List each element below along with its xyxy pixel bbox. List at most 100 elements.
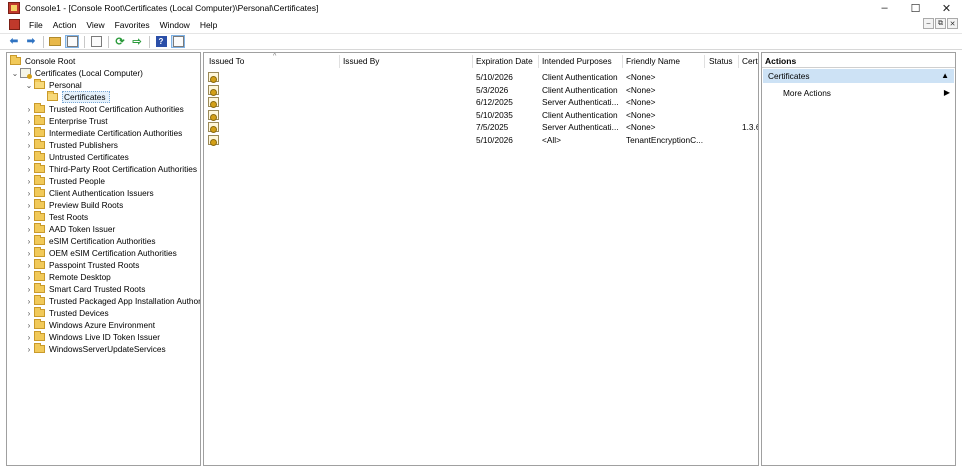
table-row[interactable]: 5/3/2026 Client Authentication <None> [204, 84, 758, 97]
chevron-right-icon[interactable]: › [24, 117, 34, 126]
back-arrow-icon[interactable]: ⬅ [7, 35, 21, 48]
chevron-right-icon[interactable]: › [24, 273, 34, 282]
maximize-button[interactable]: ☐ [900, 0, 931, 16]
chevron-right-icon[interactable]: › [24, 177, 34, 186]
tree-item-store[interactable]: › Test Roots [24, 211, 88, 223]
tree-item-store[interactable]: › Remote Desktop [24, 271, 111, 283]
tree-item-store[interactable]: › Passpoint Trusted Roots [24, 259, 139, 271]
chevron-right-icon[interactable]: › [24, 345, 34, 354]
table-row[interactable]: 5/10/2026 Client Authentication <None> [204, 71, 758, 84]
column-header-certificate-template[interactable]: Certi [742, 56, 758, 68]
column-header-expiration-date[interactable]: Expiration Date [476, 56, 533, 68]
chevron-down-icon[interactable]: ⌄ [10, 69, 20, 78]
column-header-status[interactable]: Status [709, 56, 733, 68]
show-hide-tree-icon[interactable] [65, 35, 79, 48]
actions-section-certificates[interactable]: Certificates ▲ [763, 69, 954, 83]
up-folder-icon[interactable] [48, 35, 62, 48]
chevron-right-icon[interactable]: › [24, 141, 34, 150]
column-separator[interactable] [472, 55, 473, 68]
chevron-right-icon[interactable]: › [24, 261, 34, 270]
tree-item-store[interactable]: › Trusted Devices [24, 307, 109, 319]
mdi-close-button[interactable]: ✕ [947, 18, 958, 29]
chevron-right-icon[interactable]: › [24, 213, 34, 222]
tree-item-store[interactable]: › Client Authentication Issuers [24, 187, 154, 199]
chevron-right-icon[interactable]: › [24, 321, 34, 330]
chevron-right-icon[interactable]: › [24, 189, 34, 198]
menu-help[interactable]: Help [195, 20, 222, 30]
minimize-button[interactable]: – [869, 0, 900, 16]
chevron-right-icon[interactable]: › [24, 129, 34, 138]
table-row[interactable]: 5/10/2026 <All> TenantEncryptionC... [204, 134, 758, 147]
column-separator[interactable] [704, 55, 705, 68]
document-system-menu-icon[interactable] [9, 19, 20, 30]
column-header-issued-to[interactable]: Issued To ^ [209, 53, 276, 68]
tree-item-store[interactable]: › Windows Live ID Token Issuer [24, 331, 160, 343]
tree-item-store[interactable]: › Preview Build Roots [24, 199, 123, 211]
table-row[interactable]: 5/10/2035 Client Authentication <None> [204, 109, 758, 122]
tree-item-store[interactable]: › Trusted Packaged App Installation Autho… [24, 295, 200, 307]
forward-arrow-icon[interactable]: ➡ [24, 35, 38, 48]
tree-item-store[interactable]: › Enterprise Trust [24, 115, 108, 127]
tree-item-label: Enterprise Trust [49, 116, 108, 126]
submenu-arrow-icon[interactable]: ▶ [944, 88, 950, 97]
export-list-icon[interactable]: ⇨ [130, 35, 144, 48]
tree-item-personal[interactable]: ⌄ Personal [24, 79, 82, 91]
chevron-right-icon[interactable]: › [24, 309, 34, 318]
chevron-right-icon[interactable]: › [24, 237, 34, 246]
column-header-friendly-name[interactable]: Friendly Name [626, 56, 680, 68]
menu-file[interactable]: File [24, 20, 48, 30]
tree-item-store[interactable]: › Intermediate Certification Authorities [24, 127, 182, 139]
chevron-right-icon[interactable]: › [24, 297, 34, 306]
tree-item-store[interactable]: › WindowsServerUpdateServices [24, 343, 166, 355]
cell-expiration-date: 6/12/2025 [476, 97, 513, 108]
chevron-down-icon[interactable]: ⌄ [24, 81, 34, 90]
table-row[interactable]: 7/5/2025 Server Authenticati... <None> 1.3.… [204, 121, 759, 134]
tree-item-label: Client Authentication Issuers [49, 188, 154, 198]
menu-action[interactable]: Action [48, 20, 82, 30]
chevron-right-icon[interactable]: › [24, 153, 34, 162]
chevron-right-icon[interactable]: › [24, 225, 34, 234]
chevron-right-icon[interactable]: › [24, 165, 34, 174]
chevron-right-icon[interactable]: › [24, 249, 34, 258]
properties-icon[interactable] [89, 35, 103, 48]
mmc-app-icon[interactable] [8, 2, 20, 14]
mdi-restore-button[interactable]: ⧉ [935, 18, 946, 29]
tree-item-store[interactable]: › Trusted Publishers [24, 139, 118, 151]
cell-certificate-template: 1.3.6 [742, 122, 759, 133]
tree-item-console-root[interactable]: Console Root [10, 55, 75, 67]
column-header-intended-purposes[interactable]: Intended Purposes [542, 56, 612, 68]
tree-item-store[interactable]: › Untrusted Certificates [24, 151, 129, 163]
collapse-caret-icon[interactable]: ▲ [941, 71, 949, 80]
tree-item-store[interactable]: › Trusted People [24, 175, 105, 187]
tree-item-store[interactable]: › Trusted Root Certification Authorities [24, 103, 184, 115]
tree-item-store[interactable]: › eSIM Certification Authorities [24, 235, 156, 247]
refresh-icon[interactable]: ⟳ [113, 35, 127, 48]
tree-item-store[interactable]: › AAD Token Issuer [24, 223, 115, 235]
column-separator[interactable] [339, 55, 340, 68]
chevron-right-icon[interactable]: › [24, 285, 34, 294]
column-separator[interactable] [622, 55, 623, 68]
chevron-right-icon[interactable]: › [24, 201, 34, 210]
tree-item-local-computer[interactable]: ⌄ Certificates (Local Computer) [10, 67, 143, 79]
certificate-list[interactable]: Issued To ^ Issued By Expiration Date In… [203, 52, 759, 466]
column-separator[interactable] [738, 55, 739, 68]
menu-window[interactable]: Window [155, 20, 195, 30]
table-row[interactable]: 6/12/2025 Server Authenticati... <None> [204, 96, 758, 109]
tree-item-certificates[interactable]: Certificates [47, 91, 110, 103]
tree-item-store[interactable]: › OEM eSIM Certification Authorities [24, 247, 177, 259]
show-hide-action-pane-icon[interactable] [171, 35, 185, 48]
tree-item-store[interactable]: › Smart Card Trusted Roots [24, 283, 145, 295]
menu-favorites[interactable]: Favorites [110, 20, 155, 30]
chevron-right-icon[interactable]: › [24, 105, 34, 114]
more-actions-item[interactable]: More Actions [783, 88, 831, 98]
help-icon[interactable]: ? [154, 35, 168, 48]
tree-item-store[interactable]: › Windows Azure Environment [24, 319, 155, 331]
mdi-minimize-button[interactable]: – [923, 18, 934, 29]
console-tree[interactable]: Console Root ⌄ Certificates (Local Compu… [6, 52, 201, 466]
column-separator[interactable] [538, 55, 539, 68]
tree-item-store[interactable]: › Third-Party Root Certification Authorit… [24, 163, 197, 175]
chevron-right-icon[interactable]: › [24, 333, 34, 342]
column-header-issued-by[interactable]: Issued By [343, 56, 379, 68]
close-button[interactable]: ✕ [931, 0, 962, 16]
menu-view[interactable]: View [81, 20, 109, 30]
